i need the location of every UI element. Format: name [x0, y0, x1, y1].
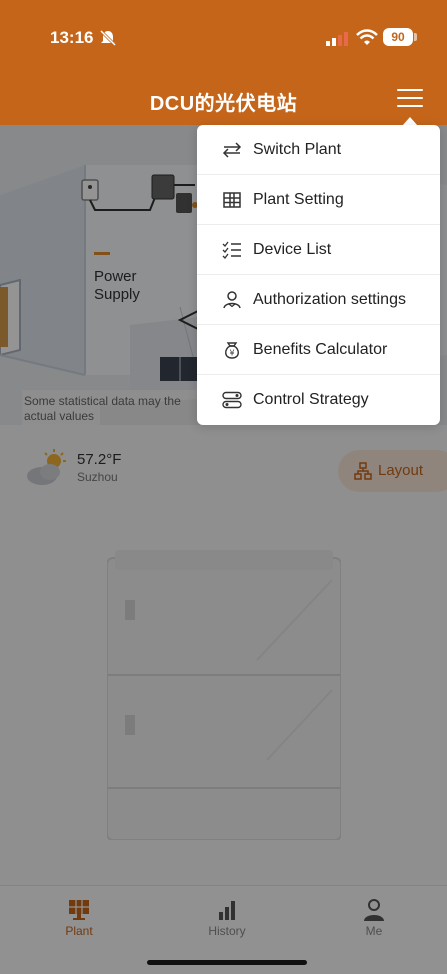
status-time: 13:16 [50, 28, 94, 47]
menu-item-label: Control Strategy [253, 391, 369, 408]
menu-item-control-strategy[interactable]: Control Strategy [197, 375, 440, 425]
app-screen: Power Supply Some statistical data may t… [0, 0, 447, 974]
menu-item-switch-plant[interactable]: Switch Plant [197, 125, 440, 175]
menu-item-label: Authorization settings [253, 291, 406, 308]
menu-item-plant-setting[interactable]: Plant Setting [197, 175, 440, 225]
menu-item-device-list[interactable]: Device List [197, 225, 440, 275]
menu-item-label: Plant Setting [253, 191, 344, 208]
menu-item-benefits-calculator[interactable]: ¥ Benefits Calculator [197, 325, 440, 375]
switch-arrows-icon [222, 142, 242, 158]
money-bag-icon: ¥ [225, 342, 239, 359]
battery-tip [414, 33, 417, 41]
user-icon [223, 291, 241, 309]
plant-menu-popup: Switch Plant Plant Setting Device List A… [197, 125, 440, 425]
hamburger-menu-icon[interactable] [397, 89, 423, 111]
cellular-signal-icon [326, 32, 348, 46]
menu-item-label: Device List [253, 241, 332, 258]
toggle-strategy-icon [222, 391, 242, 409]
bell-off-icon [99, 29, 117, 47]
menu-item-authorization-settings[interactable]: Authorization settings [197, 275, 440, 325]
home-indicator [147, 960, 307, 965]
svg-text:¥: ¥ [229, 349, 234, 358]
nav-bar: DCU的光伏电站 [0, 70, 447, 125]
battery-icon: 90 [383, 28, 413, 46]
page-title: DCU的光伏电站 [149, 93, 298, 115]
checklist-icon [222, 241, 241, 259]
wifi-icon [356, 29, 378, 45]
status-bar: 13:16 90 [0, 0, 447, 70]
app-header: 13:16 90 DCU的光伏电站 [0, 0, 447, 125]
menu-item-label: Benefits Calculator [253, 341, 388, 358]
menu-item-label: Switch Plant [253, 141, 342, 158]
grid-table-icon [223, 192, 241, 208]
